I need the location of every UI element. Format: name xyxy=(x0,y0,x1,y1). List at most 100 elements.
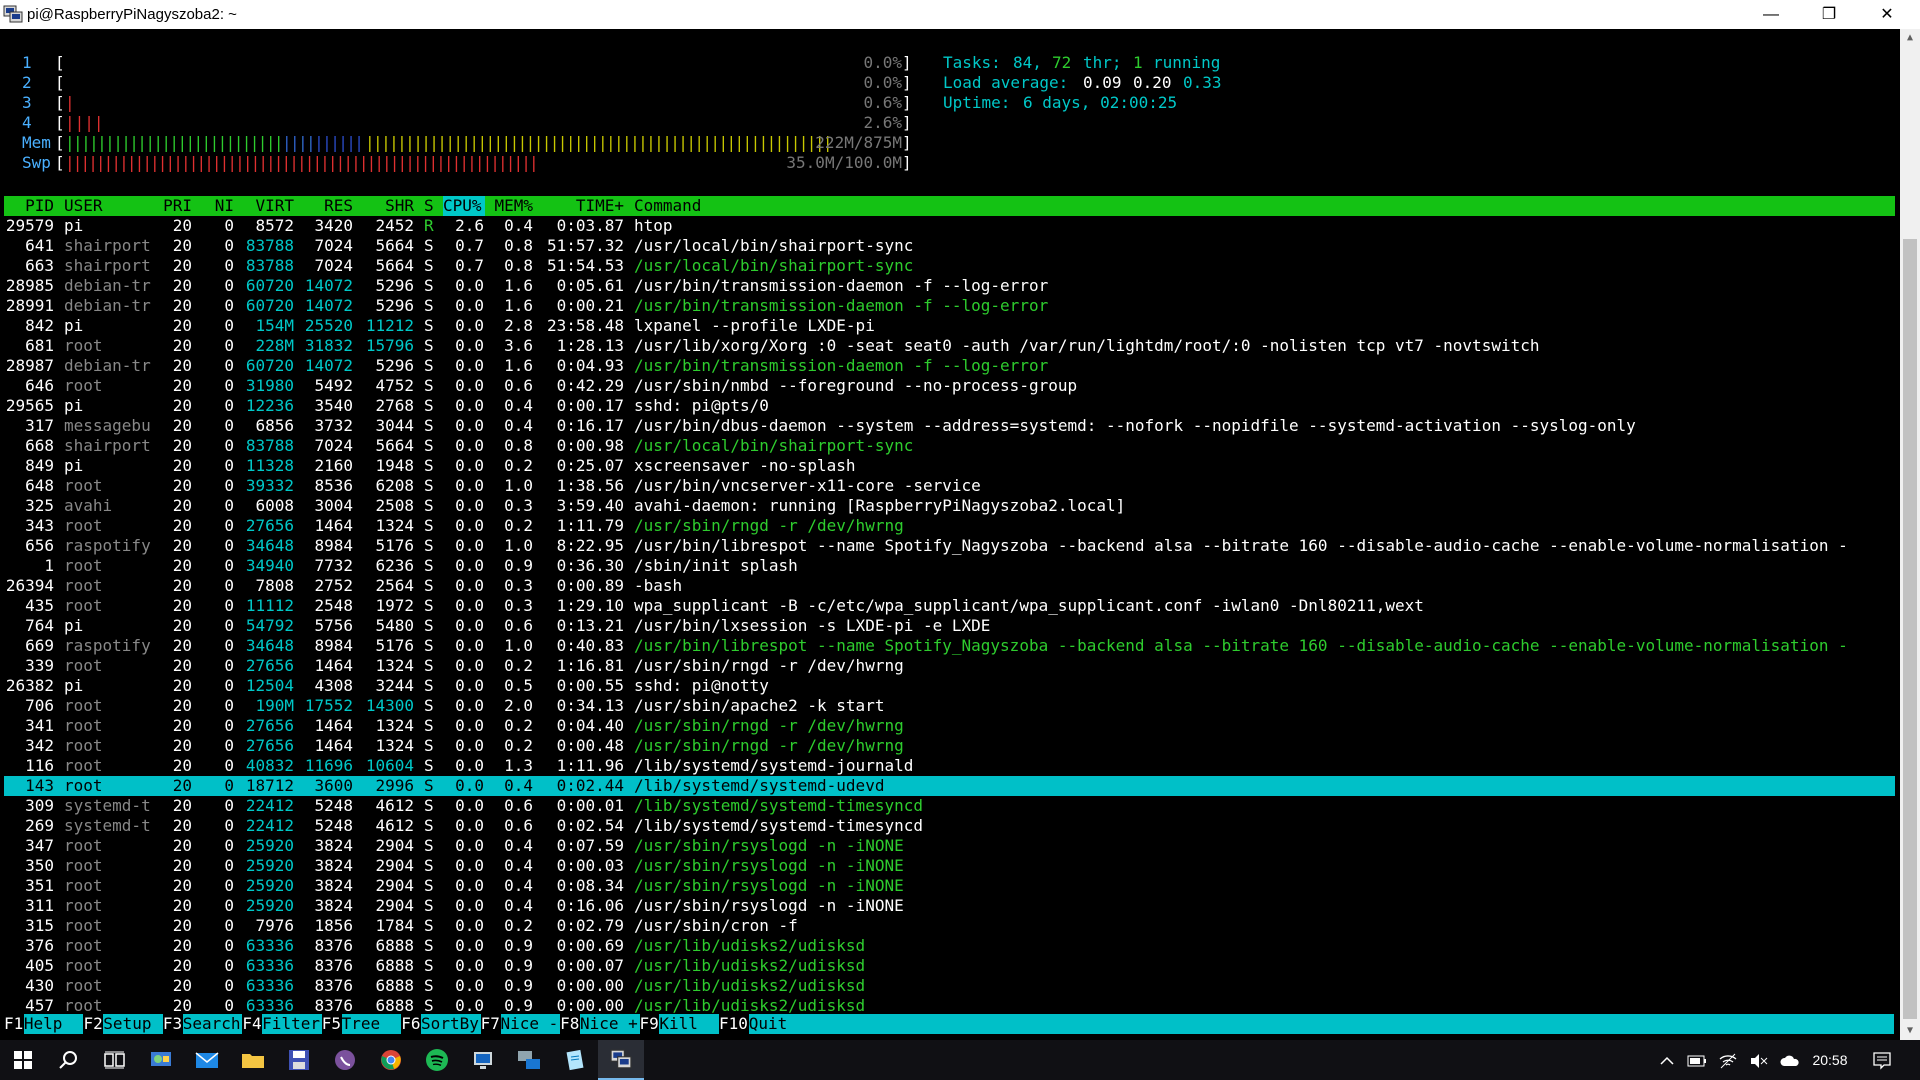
process-row[interactable]: 842 pi 20 0 154M 25520 11212 S 0.0 2.8 23:58.48 lxp… xyxy=(0,316,1900,336)
process-row[interactable]: 343 root 20 0 27656 1464 1324 S 0.0 0.2 1:11.79/us… xyxy=(0,516,1900,536)
column-header-mem-pct[interactable]: MEM% xyxy=(488,196,533,216)
process-row[interactable]: 648 root 20 0 39332 8536 6208 S 0.0 1.0 1:38.56/us… xyxy=(0,476,1900,496)
process-row[interactable]: 26382 pi 20 0 12504 4308 3244 S 0.0 0.5 0:00.55 ssh… xyxy=(0,676,1900,696)
chevron-up-icon[interactable] xyxy=(1655,1040,1679,1080)
process-row[interactable]: 29565 pi 20 0 12236 3540 2768 S 0.0 0.4 0:00.17 ssh… xyxy=(0,396,1900,416)
process-row[interactable]: 351 root 20 0 25920 3824 2904 S 0.0 0.4 0:08.34/us… xyxy=(0,876,1900,896)
process-row[interactable]: 706 root 20 0 190M 17552 14300 S 0.0 2.0 0:34.13/u… xyxy=(0,696,1900,716)
process-row[interactable]: 663 shairport 20 0 83788 7024 5664 S 0.7 0.8 51:54… xyxy=(0,256,1900,276)
fkey-f8[interactable]: F8 xyxy=(560,1014,580,1034)
process-row[interactable]: 143 root 20 0 18712 3600 2996 S 0.0 0.4 0:02.44/li… xyxy=(0,776,1900,796)
network-app-icon[interactable] xyxy=(506,1040,552,1080)
fkey-f10-label[interactable]: Quit xyxy=(748,1014,809,1034)
process-row[interactable]: 311 root 20 0 25920 3824 2904 S 0.0 0.4 0:16.06/us… xyxy=(0,896,1900,916)
column-header-cpu-pct[interactable]: CPU% xyxy=(443,196,485,216)
process-row[interactable]: 656 raspotify 20 0 34648 8984 5176 S 0.0 1.0 8:22.… xyxy=(0,536,1900,556)
process-row[interactable]: 325 avahi 20 0 6008 3004 2508 S 0.0 0.3 3:59.40 ava… xyxy=(0,496,1900,516)
fkey-f7-label[interactable]: Nice - xyxy=(500,1014,561,1034)
wifi-icon[interactable] xyxy=(1715,1040,1741,1080)
column-header-time-plus[interactable]: TIME+ xyxy=(534,196,624,216)
process-row[interactable]: 668 shairport 20 0 83788 7024 5664 S 0.0 0.8 0:00.… xyxy=(0,436,1900,456)
fkey-f1[interactable]: F1 xyxy=(4,1014,24,1034)
process-row[interactable]: 116 root 20 0 40832 11696 10604 S 0.0 1.3 1:11.96 /… xyxy=(0,756,1900,776)
onedrive-icon[interactable] xyxy=(1777,1040,1803,1080)
fkey-f9-label[interactable]: Kill xyxy=(659,1014,719,1034)
process-row[interactable]: 28991 debian-tr 20 0 60720 14072 5296 S 0.0 1.6 0:… xyxy=(0,296,1900,316)
scroll-up-icon[interactable]: ▲ xyxy=(1900,29,1920,47)
remote-desktop-icon[interactable] xyxy=(460,1040,506,1080)
battery-icon[interactable] xyxy=(1684,1040,1710,1080)
fkey-f6[interactable]: F6 xyxy=(401,1014,421,1034)
fkey-f2-label[interactable]: Setup xyxy=(103,1014,163,1034)
start-icon[interactable] xyxy=(0,1040,46,1080)
fkey-f1-label[interactable]: Help xyxy=(23,1014,84,1034)
process-row[interactable]: 350 root 20 0 25920 3824 2904 S 0.0 0.4 0:00.03/us… xyxy=(0,856,1900,876)
viber-icon[interactable] xyxy=(322,1040,368,1080)
process-row[interactable]: 309 systemd-t 20 0 22412 5248 4612 S 0.0 0.6 0:00.… xyxy=(0,796,1900,816)
fkey-f3-label[interactable]: Search xyxy=(182,1014,243,1034)
window-titlebar[interactable]: pi@RaspberryPiNagyszoba2: ~ — ❐ ✕ xyxy=(0,0,1920,29)
process-row[interactable]: 26394 root 20 0 7808 2752 2564 S 0.0 0.3 0:00.89 -b… xyxy=(0,576,1900,596)
notepad-icon[interactable] xyxy=(552,1040,598,1080)
mail-icon[interactable] xyxy=(184,1040,230,1080)
fkey-f4-label[interactable]: Filter xyxy=(262,1014,322,1034)
fkey-f5-label[interactable]: Tree xyxy=(341,1014,402,1034)
process-row[interactable]: 1 root 20 0 34940 7732 6236 S 0.0 0.9 0:36.30/sbin… xyxy=(0,556,1900,576)
file-explorer-icon[interactable] xyxy=(230,1040,276,1080)
clock[interactable]: 20:58 xyxy=(1808,1040,1852,1080)
column-header-command[interactable]: Command xyxy=(634,196,701,216)
notifications-icon[interactable] xyxy=(1862,1040,1902,1080)
process-row[interactable]: 457 root 20 0 63336 8376 6888 S 0.0 0.9 0:00.00/us… xyxy=(0,996,1900,1016)
control-panel-icon[interactable] xyxy=(138,1040,184,1080)
fkey-f6-label[interactable]: SortBy xyxy=(421,1014,481,1034)
process-row[interactable]: 641 shairport 20 0 83788 7024 5664 S 0.7 0.8 51:57… xyxy=(0,236,1900,256)
scroll-down-icon[interactable]: ▼ xyxy=(1900,1022,1920,1040)
column-header-res[interactable]: RES xyxy=(293,196,353,216)
fkey-f5[interactable]: F5 xyxy=(321,1014,342,1034)
process-row[interactable]: 315 root 20 0 7976 1856 1784 S 0.0 0.2 0:02.79/usr… xyxy=(0,916,1900,936)
process-row[interactable]: 317 messagebu 20 0 6856 3732 3044 S 0.0 0.4 0:16.1… xyxy=(0,416,1900,436)
process-row[interactable]: 646 root 20 0 31980 5492 4752 S 0.0 0.6 0:42.29/us… xyxy=(0,376,1900,396)
fkey-f8-label[interactable]: Nice + xyxy=(579,1014,640,1034)
column-header-pri[interactable]: PRI xyxy=(152,196,192,216)
fkey-f10[interactable]: F10 xyxy=(718,1014,748,1034)
column-header-s[interactable]: S xyxy=(424,196,434,216)
process-row[interactable]: 435 root 20 0 11112 2548 1972 S 0.0 0.3 1:29.10 wpa… xyxy=(0,596,1900,616)
save-disk-icon[interactable] xyxy=(276,1040,322,1080)
column-header-ni[interactable]: NI xyxy=(204,196,234,216)
volume-muted-icon[interactable] xyxy=(1746,1040,1772,1080)
fkey-f7[interactable]: F7 xyxy=(480,1014,500,1034)
process-row[interactable]: 669 raspotify 20 0 34648 8984 5176 S 0.0 1.0 0:40.… xyxy=(0,636,1900,656)
process-row[interactable]: 405 root 20 0 63336 8376 6888 S 0.0 0.9 0:00.07/us… xyxy=(0,956,1900,976)
close-button[interactable]: ✕ xyxy=(1858,0,1916,29)
process-row[interactable]: 339 root 20 0 27656 1464 1324 S 0.0 0.2 1:16.81/us… xyxy=(0,656,1900,676)
vertical-scrollbar[interactable]: ▲ ▼ xyxy=(1900,29,1920,1040)
process-row[interactable]: 764 pi 20 0 54792 5756 5480 S 0.0 0.6 0:13.21/usr/… xyxy=(0,616,1900,636)
maximize-button[interactable]: ❐ xyxy=(1800,0,1858,29)
fkey-f2[interactable]: F2 xyxy=(83,1014,103,1034)
fkey-f9[interactable]: F9 xyxy=(639,1014,659,1034)
chrome-icon[interactable] xyxy=(368,1040,414,1080)
search-icon[interactable] xyxy=(46,1040,92,1080)
task-view-icon[interactable] xyxy=(92,1040,138,1080)
function-key-bar[interactable]: F1 Help F2 Setup F3 Search F4 Filter F5 Tree F6… xyxy=(0,1014,1900,1034)
process-row[interactable]: 341 root 20 0 27656 1464 1324 S 0.0 0.2 0:04.40/us… xyxy=(0,716,1900,736)
process-row[interactable]: 269 systemd-t 20 0 22412 5248 4612 S 0.0 0.6 0:02.… xyxy=(0,816,1900,836)
putty-taskbar-icon[interactable] xyxy=(598,1040,644,1080)
process-row[interactable]: 28985 debian-tr 20 0 60720 14072 5296 S 0.0 1.6 0:… xyxy=(0,276,1900,296)
fkey-f4[interactable]: F4 xyxy=(242,1014,262,1034)
spotify-icon[interactable] xyxy=(414,1040,460,1080)
process-row[interactable]: 681 root 20 0 228M 31832 15796 S 0.0 3.6 1:28.13/u… xyxy=(0,336,1900,356)
column-header-user[interactable]: USER xyxy=(64,196,103,216)
process-row[interactable]: 342 root 20 0 27656 1464 1324 S 0.0 0.2 0:00.48/us… xyxy=(0,736,1900,756)
process-row[interactable]: 849 pi 20 0 11328 2160 1948 S 0.0 0.2 0:25.07 xscre… xyxy=(0,456,1900,476)
process-row[interactable]: 347 root 20 0 25920 3824 2904 S 0.0 0.4 0:07.59/us… xyxy=(0,836,1900,856)
column-header-virt[interactable]: VIRT xyxy=(234,196,294,216)
process-row[interactable]: 28987 debian-tr 20 0 60720 14072 5296 S 0.0 1.6 0:… xyxy=(0,356,1900,376)
process-table-header[interactable]: PID USER PRI NI VIRT RES SHR S CPU% MEM% TIME+ Comm… xyxy=(4,196,1895,216)
column-header-shr[interactable]: SHR xyxy=(354,196,414,216)
process-row[interactable]: 376 root 20 0 63336 8376 6888 S 0.0 0.9 0:00.69/us… xyxy=(0,936,1900,956)
column-header-pid[interactable]: PID xyxy=(0,196,54,216)
minimize-button[interactable]: — xyxy=(1742,0,1800,29)
fkey-f3[interactable]: F3 xyxy=(162,1014,183,1034)
